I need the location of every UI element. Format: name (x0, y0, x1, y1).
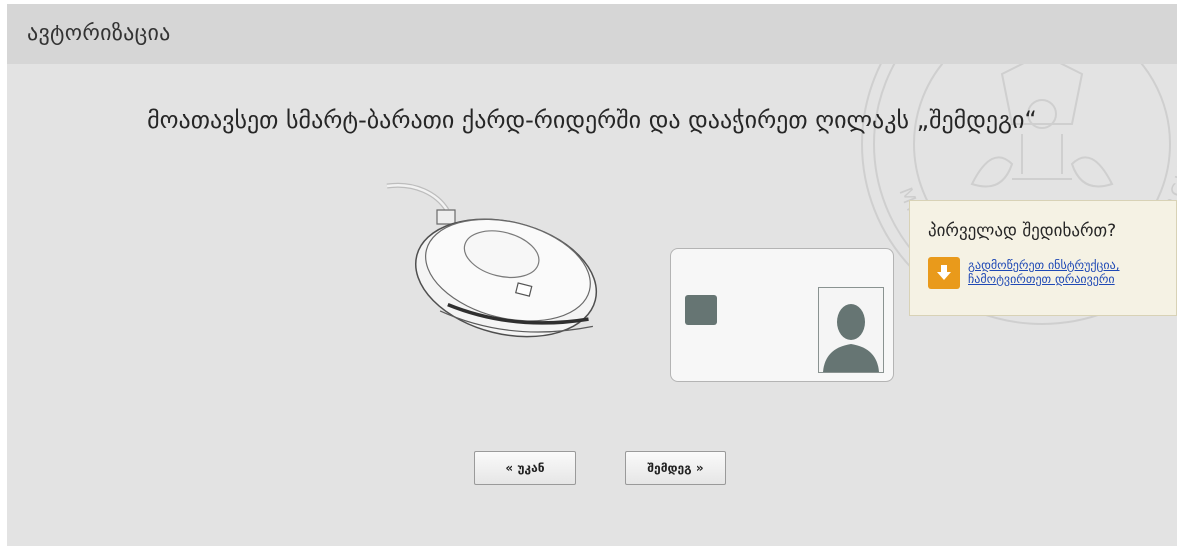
smart-card-illustration (670, 248, 894, 382)
download-instructions-link[interactable]: გადმოწერეთ ინსტრუქცია, ჩამოტვირთეთ დრაივ… (968, 258, 1120, 286)
login-panel: MINISTRY OF FINANCE OF GEORGIA ავტორიზაც… (7, 4, 1177, 546)
next-button[interactable]: შემდეგ » (625, 451, 726, 485)
info-box-title: პირველად შედიხართ? (928, 221, 1117, 241)
person-silhouette-icon (818, 287, 884, 373)
instruction-text: მოათავსეთ სმარტ-ბარათი ქარდ-რიდერში და დ… (147, 106, 1037, 134)
first-time-info-box: პირველად შედიხართ? გადმოწერეთ ინსტრუქცია… (909, 200, 1177, 316)
back-button[interactable]: « უკან (474, 451, 576, 485)
header-bar: ავტორიზაცია (7, 4, 1177, 64)
download-icon[interactable] (928, 257, 960, 289)
page-title: ავტორიზაცია (27, 21, 171, 46)
chip-icon (685, 295, 717, 325)
card-reader-icon (386, 182, 598, 338)
link-line-2[interactable]: ჩამოტვირთეთ დრაივერი (968, 272, 1120, 286)
link-line-1[interactable]: გადმოწერეთ ინსტრუქცია, (968, 258, 1120, 272)
